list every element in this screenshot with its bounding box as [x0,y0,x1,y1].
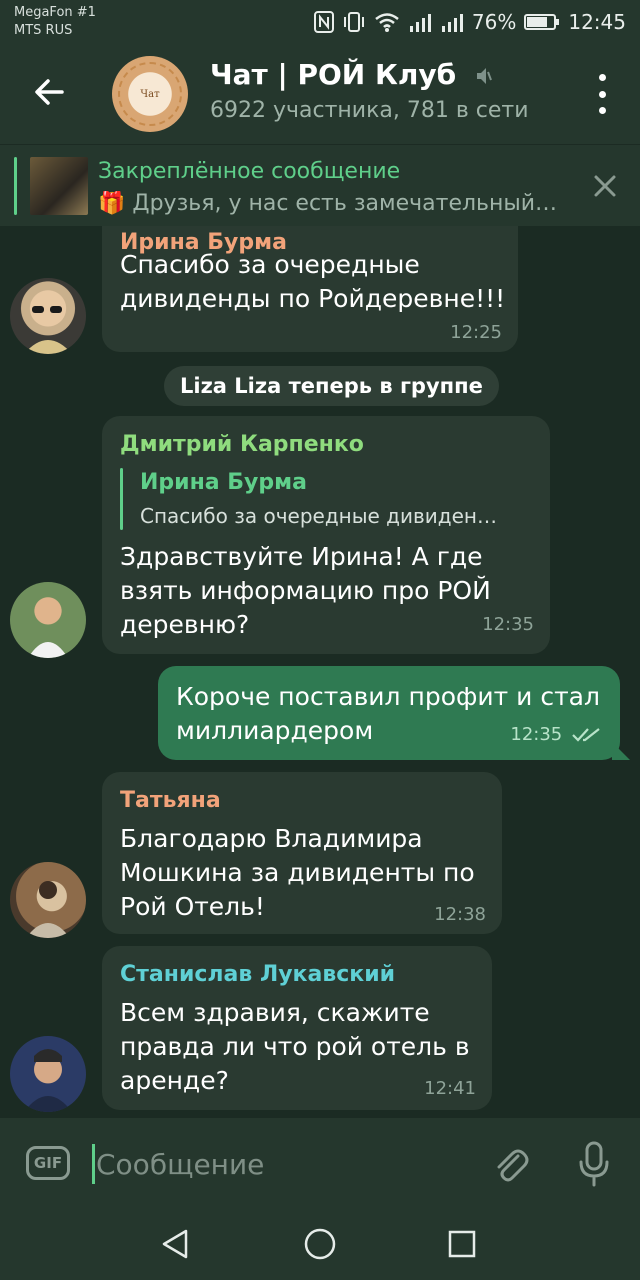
more-dot [598,74,606,81]
microphone-icon [579,1141,609,1187]
pinned-message[interactable]: Закреплённое сообщение 🎁 Друзья, у нас е… [0,144,640,226]
close-icon [594,175,616,197]
message-line: дивиденды по Ройдеревне!!! [120,284,506,313]
message-input-bar: GIF [0,1118,640,1208]
close-pinned-button[interactable] [590,171,620,201]
status-bar: MegaFon #1 MTS RUS 76% 12:45 [0,0,640,44]
message-text: Здравствуйте Ирина! А где взять информац… [120,540,491,642]
message-line: Благодарю Владимира [120,824,423,853]
signal-icon-2 [441,14,463,32]
nav-recents-button[interactable] [444,1226,480,1262]
text-cursor [92,1144,95,1184]
message-sender[interactable]: Татьяна [120,788,221,813]
more-options-button[interactable] [592,74,612,114]
avatar-stanislav[interactable] [10,1036,86,1112]
message-input[interactable] [96,1144,476,1184]
more-dot [598,107,606,114]
back-button[interactable] [28,70,72,114]
message-bubble-3[interactable]: Дмитрий Карпенко Ирина Бурма Спасибо за … [102,416,550,654]
message-line: аренде? [120,1066,229,1095]
system-navigation-bar [0,1208,640,1280]
message-bubble-1[interactable]: Ирина Бурма Спасибо за очередные дивиден… [102,226,518,352]
reply-indicator [120,468,123,530]
service-message: Liza Liza теперь в группе [164,366,499,406]
message-line: Мошкина за дивиденты по [120,858,475,887]
avatar-irina[interactable] [10,278,86,354]
message-text: Благодарю Владимира Мошкина за дивиденты… [120,822,475,924]
message-time: 12:41 [424,1078,476,1099]
wifi-icon [375,13,399,32]
circle-home-icon [304,1228,336,1260]
chat-subtitle: 6922 участника, 781 в сети [210,98,529,123]
paperclip-icon [497,1149,529,1182]
status-icons: 76% 12:45 [313,8,626,36]
person-avatar-icon [26,881,70,938]
nfc-icon [313,11,334,33]
message-bubble-6[interactable]: Станислав Лукавский Всем здравия, скажит… [102,946,492,1110]
more-dot [598,90,606,98]
chat-avatar-logo: Чат [118,62,182,126]
clock: 12:45 [568,10,626,34]
bubble-tail [612,742,630,760]
attach-button[interactable] [490,1144,530,1184]
message-time: 12:35 [482,614,534,635]
square-recents-icon [448,1230,476,1258]
message-line: правда ли что рой отель в [120,1032,470,1061]
message-time: 12:25 [450,322,502,343]
battery-icon [524,14,560,30]
reply-text: Спасибо за очередные дивиден… [140,504,498,528]
battery-fill [527,17,548,27]
person-avatar-icon [24,306,72,354]
message-text: Всем здравия, скажите правда ли что рой … [120,996,470,1098]
mute-icon [476,68,492,84]
message-sender[interactable]: Дмитрий Карпенко [120,432,364,457]
double-check-icon [572,728,600,742]
message-sender[interactable]: Станислав Лукавский [120,962,395,987]
pinned-text-content: Друзья, у нас есть замечательный… [132,191,558,216]
message-line: Рой Отель! [120,892,265,921]
triangle-back-icon [162,1229,188,1259]
avatar-dmitry[interactable] [10,582,86,658]
chat-avatar[interactable]: Чат [112,56,188,132]
signal-icon-1 [409,14,431,32]
person-avatar-icon [28,642,68,658]
message-line: Короче поставил профит и стал [176,682,600,711]
nav-home-button[interactable] [302,1226,338,1262]
pinned-thumbnail [30,157,88,215]
gif-button[interactable]: GIF [26,1146,70,1180]
vibrate-icon [343,12,364,32]
chat-title[interactable]: Чат | РОЙ Клуб [210,58,492,91]
message-time: 12:35 [510,724,563,745]
avatar-tatyana[interactable] [10,862,86,938]
voice-message-button[interactable] [574,1140,614,1188]
battery-percent: 76% [471,10,517,34]
message-text: Спасибо за очередные дивиденды по Ройдер… [120,248,505,316]
gift-emoji: 🎁 [98,191,126,216]
message-line: Здравствуйте Ирина! А где [120,542,483,571]
reply-sender: Ирина Бурма [140,470,307,495]
pinned-title: Закреплённое сообщение [98,159,401,184]
message-line: деревню? [120,610,250,639]
person-avatar-icon [24,1049,72,1112]
message-time: 12:38 [434,904,486,925]
carrier-info: MegaFon #1 MTS RUS [14,4,96,40]
message-line: Спасибо за очередные [120,250,420,279]
message-time-wrap: 12:35 [510,724,602,745]
pinned-indicator [14,157,17,215]
message-bubble-outgoing[interactable]: Короче поставил профит и стал миллиардер… [158,666,620,760]
carrier-2: MTS RUS [14,23,73,38]
arrow-left-icon [35,79,64,105]
nav-back-button[interactable] [158,1226,194,1262]
message-list[interactable]: Ирина Бурма Спасибо за очередные дивиден… [0,226,640,1118]
message-bubble-5[interactable]: Татьяна Благодарю Владимира Мошкина за д… [102,772,502,934]
message-line: взять информацию про РОЙ [120,576,491,605]
carrier-1: MegaFon #1 [14,5,96,20]
message-line: Всем здравия, скажите [120,998,430,1027]
chat-title-text: Чат | РОЙ Клуб [210,58,457,91]
pinned-text: 🎁 Друзья, у нас есть замечательный… [98,191,558,216]
chat-header: Чат Чат | РОЙ Клуб 6922 участника, 781 в… [0,44,640,144]
